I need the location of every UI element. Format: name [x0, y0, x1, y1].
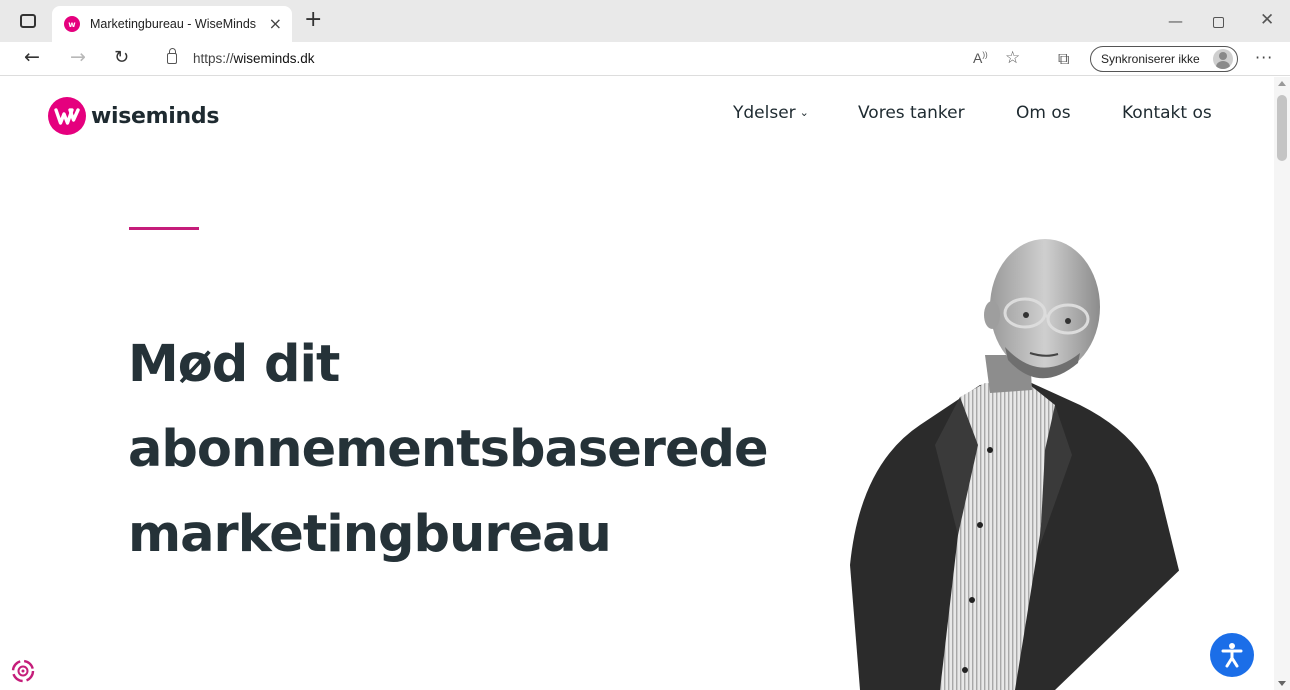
- main-navigation: Ydelser ⌄ Vores tanker Om os Kontakt os: [0, 103, 1290, 129]
- url-domain: wiseminds.dk: [233, 51, 315, 66]
- close-window-button[interactable]: ✕: [1260, 10, 1274, 30]
- nav-item-thoughts[interactable]: Vores tanker: [858, 103, 965, 123]
- minimize-button[interactable]: —: [1168, 12, 1183, 30]
- scroll-down-arrow-icon[interactable]: [1278, 681, 1286, 686]
- favicon-icon: w: [64, 16, 80, 32]
- browser-tab-active[interactable]: w Marketingbureau - WiseMinds ×: [52, 6, 292, 42]
- vertical-scrollbar[interactable]: [1274, 77, 1290, 690]
- cookie-settings-icon[interactable]: [10, 658, 36, 684]
- avatar: [1213, 49, 1233, 69]
- favorite-star-icon[interactable]: ☆: [1005, 48, 1020, 68]
- lock-icon[interactable]: [167, 48, 177, 64]
- browser-tab-bar: w Marketingbureau - WiseMinds × + — ✕: [0, 0, 1290, 42]
- reload-icon[interactable]: ↻: [114, 49, 129, 67]
- hero-line-3: marketingbureau: [128, 505, 612, 564]
- nav-item-services[interactable]: Ydelser ⌄: [733, 103, 809, 123]
- tab-actions-icon[interactable]: [20, 14, 36, 28]
- forward-arrow-icon[interactable]: →: [70, 48, 86, 67]
- hero-headline: Mød dit abonnementsbaserede marketingbur…: [128, 322, 848, 577]
- chevron-down-icon: ⌄: [799, 106, 809, 119]
- back-arrow-icon[interactable]: ←: [24, 48, 40, 67]
- scrollbar-thumb[interactable]: [1277, 95, 1287, 161]
- scroll-up-arrow-icon[interactable]: [1278, 81, 1286, 86]
- browser-address-bar: ← → ↻ https://wiseminds.dk A)) ☆ ⧉ Synkr…: [0, 42, 1290, 76]
- hero-portrait-image: [850, 239, 1185, 690]
- page-viewport: wiseminds Ydelser ⌄ Vores tanker Om os Ko…: [0, 77, 1290, 690]
- collections-icon[interactable]: ⧉: [1058, 49, 1069, 69]
- hero-line-1: Mød dit: [128, 335, 340, 394]
- accessibility-button[interactable]: [1210, 633, 1254, 677]
- accent-divider: [129, 227, 199, 230]
- restore-button[interactable]: [1213, 17, 1224, 28]
- read-aloud-icon[interactable]: A)): [973, 50, 988, 66]
- hero-line-2: abonnementsbaserede: [128, 420, 769, 479]
- nav-item-services-label: Ydelser: [733, 103, 796, 123]
- nav-item-contact[interactable]: Kontakt os: [1122, 103, 1212, 123]
- profile-sync-button[interactable]: Synkroniserer ikke: [1090, 46, 1238, 72]
- new-tab-button[interactable]: +: [304, 9, 322, 31]
- accessibility-icon: [1221, 643, 1243, 668]
- url-prefix: https://: [193, 51, 234, 66]
- nav-item-about[interactable]: Om os: [1016, 103, 1071, 123]
- url-field[interactable]: https://wiseminds.dk: [193, 51, 315, 66]
- sync-label: Synkroniserer ikke: [1101, 52, 1200, 66]
- tab-title: Marketingbureau - WiseMinds: [90, 17, 257, 31]
- tab-close-icon[interactable]: ×: [269, 16, 282, 32]
- more-options-icon[interactable]: ···: [1255, 48, 1273, 67]
